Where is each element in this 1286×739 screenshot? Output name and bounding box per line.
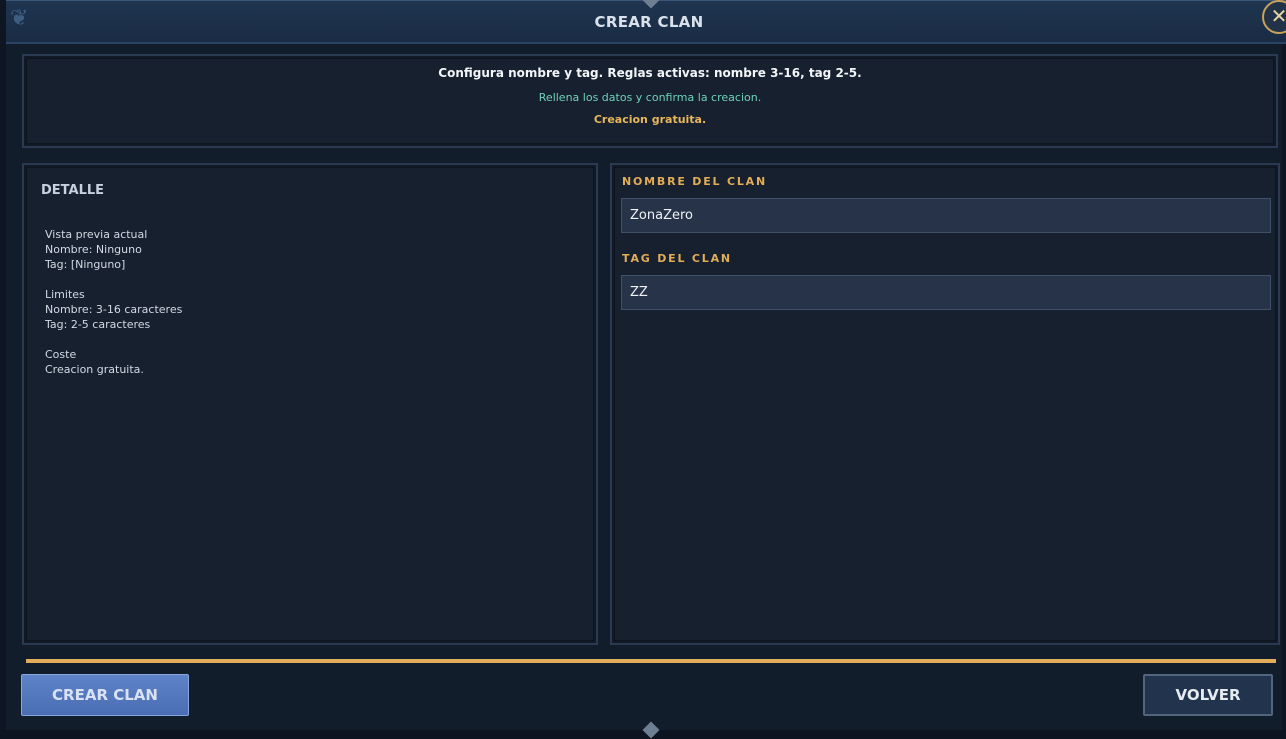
detail-title: DETALLE xyxy=(41,183,105,198)
detail-panel: DETALLE Vista previa actual Nombre: Ning… xyxy=(22,163,598,645)
detail-body: Vista previa actual Nombre: Ninguno Tag:… xyxy=(45,227,182,377)
form-panel: NOMBRE DEL CLAN TAG DEL CLAN xyxy=(610,163,1280,645)
clan-name-input[interactable] xyxy=(621,198,1271,233)
limits-heading: Limites xyxy=(45,288,85,301)
clan-tag-input[interactable] xyxy=(621,275,1271,310)
clan-name-label: NOMBRE DEL CLAN xyxy=(622,175,767,188)
cost-value: Creacion gratuita. xyxy=(45,363,144,376)
hint-text: Rellena los datos y confirma la creacion… xyxy=(538,91,762,104)
clan-tag-label: TAG DEL CLAN xyxy=(622,252,732,265)
create-clan-dialog: ❦ CREAR CLAN ✕ Configura nombre y tag. R… xyxy=(0,0,1286,739)
preview-tag: Tag: [Ninguno] xyxy=(45,258,126,271)
rules-text: Configura nombre y tag. Reglas activas: … xyxy=(438,66,862,80)
footer-divider xyxy=(26,659,1276,663)
limits-tag: Tag: 2-5 caracteres xyxy=(45,318,151,331)
diamond-ornament-icon xyxy=(642,721,660,739)
cost-heading: Coste xyxy=(45,348,77,361)
limits-name: Nombre: 3-16 caracteres xyxy=(45,303,183,316)
preview-name: Nombre: Ninguno xyxy=(45,243,142,256)
cost-text: Creacion gratuita. xyxy=(593,113,707,126)
close-icon: ✕ xyxy=(1270,4,1286,28)
preview-heading: Vista previa actual xyxy=(45,228,148,241)
info-panel: Configura nombre y tag. Reglas activas: … xyxy=(22,54,1278,148)
dialog-title: CREAR CLAN xyxy=(594,13,704,31)
create-clan-button[interactable]: CREAR CLAN xyxy=(21,674,189,716)
back-button[interactable]: VOLVER xyxy=(1143,674,1273,716)
